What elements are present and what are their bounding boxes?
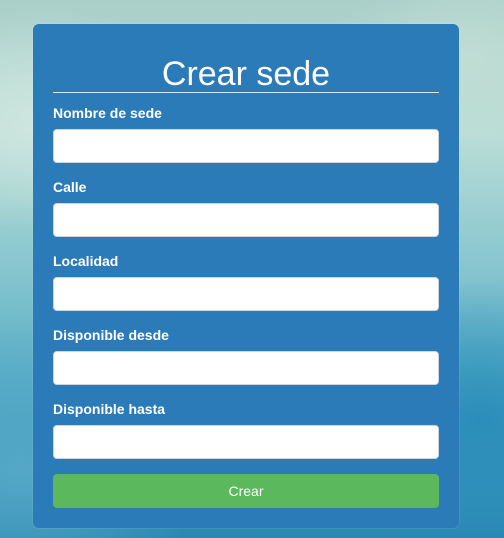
- create-site-form-card: Crear sede Nombre de sede Calle Localida…: [33, 24, 459, 528]
- locality-label: Localidad: [53, 253, 119, 269]
- available-until-input[interactable]: [53, 425, 439, 459]
- street-input[interactable]: [53, 203, 439, 237]
- available-until-label: Disponible hasta: [53, 401, 166, 417]
- create-button[interactable]: Crear: [53, 474, 439, 508]
- field-available-until: Disponible hasta: [53, 401, 439, 459]
- field-locality: Localidad: [53, 253, 439, 311]
- site-name-input[interactable]: [53, 129, 439, 163]
- available-from-input[interactable]: [53, 351, 439, 385]
- street-label: Calle: [53, 179, 87, 195]
- field-site-name: Nombre de sede: [53, 105, 439, 163]
- available-from-label: Disponible desde: [53, 327, 169, 343]
- form-title: Crear sede: [161, 55, 331, 93]
- locality-input[interactable]: [53, 277, 439, 311]
- site-name-label: Nombre de sede: [53, 105, 162, 121]
- field-street: Calle: [53, 179, 439, 237]
- field-available-from: Disponible desde: [53, 327, 439, 385]
